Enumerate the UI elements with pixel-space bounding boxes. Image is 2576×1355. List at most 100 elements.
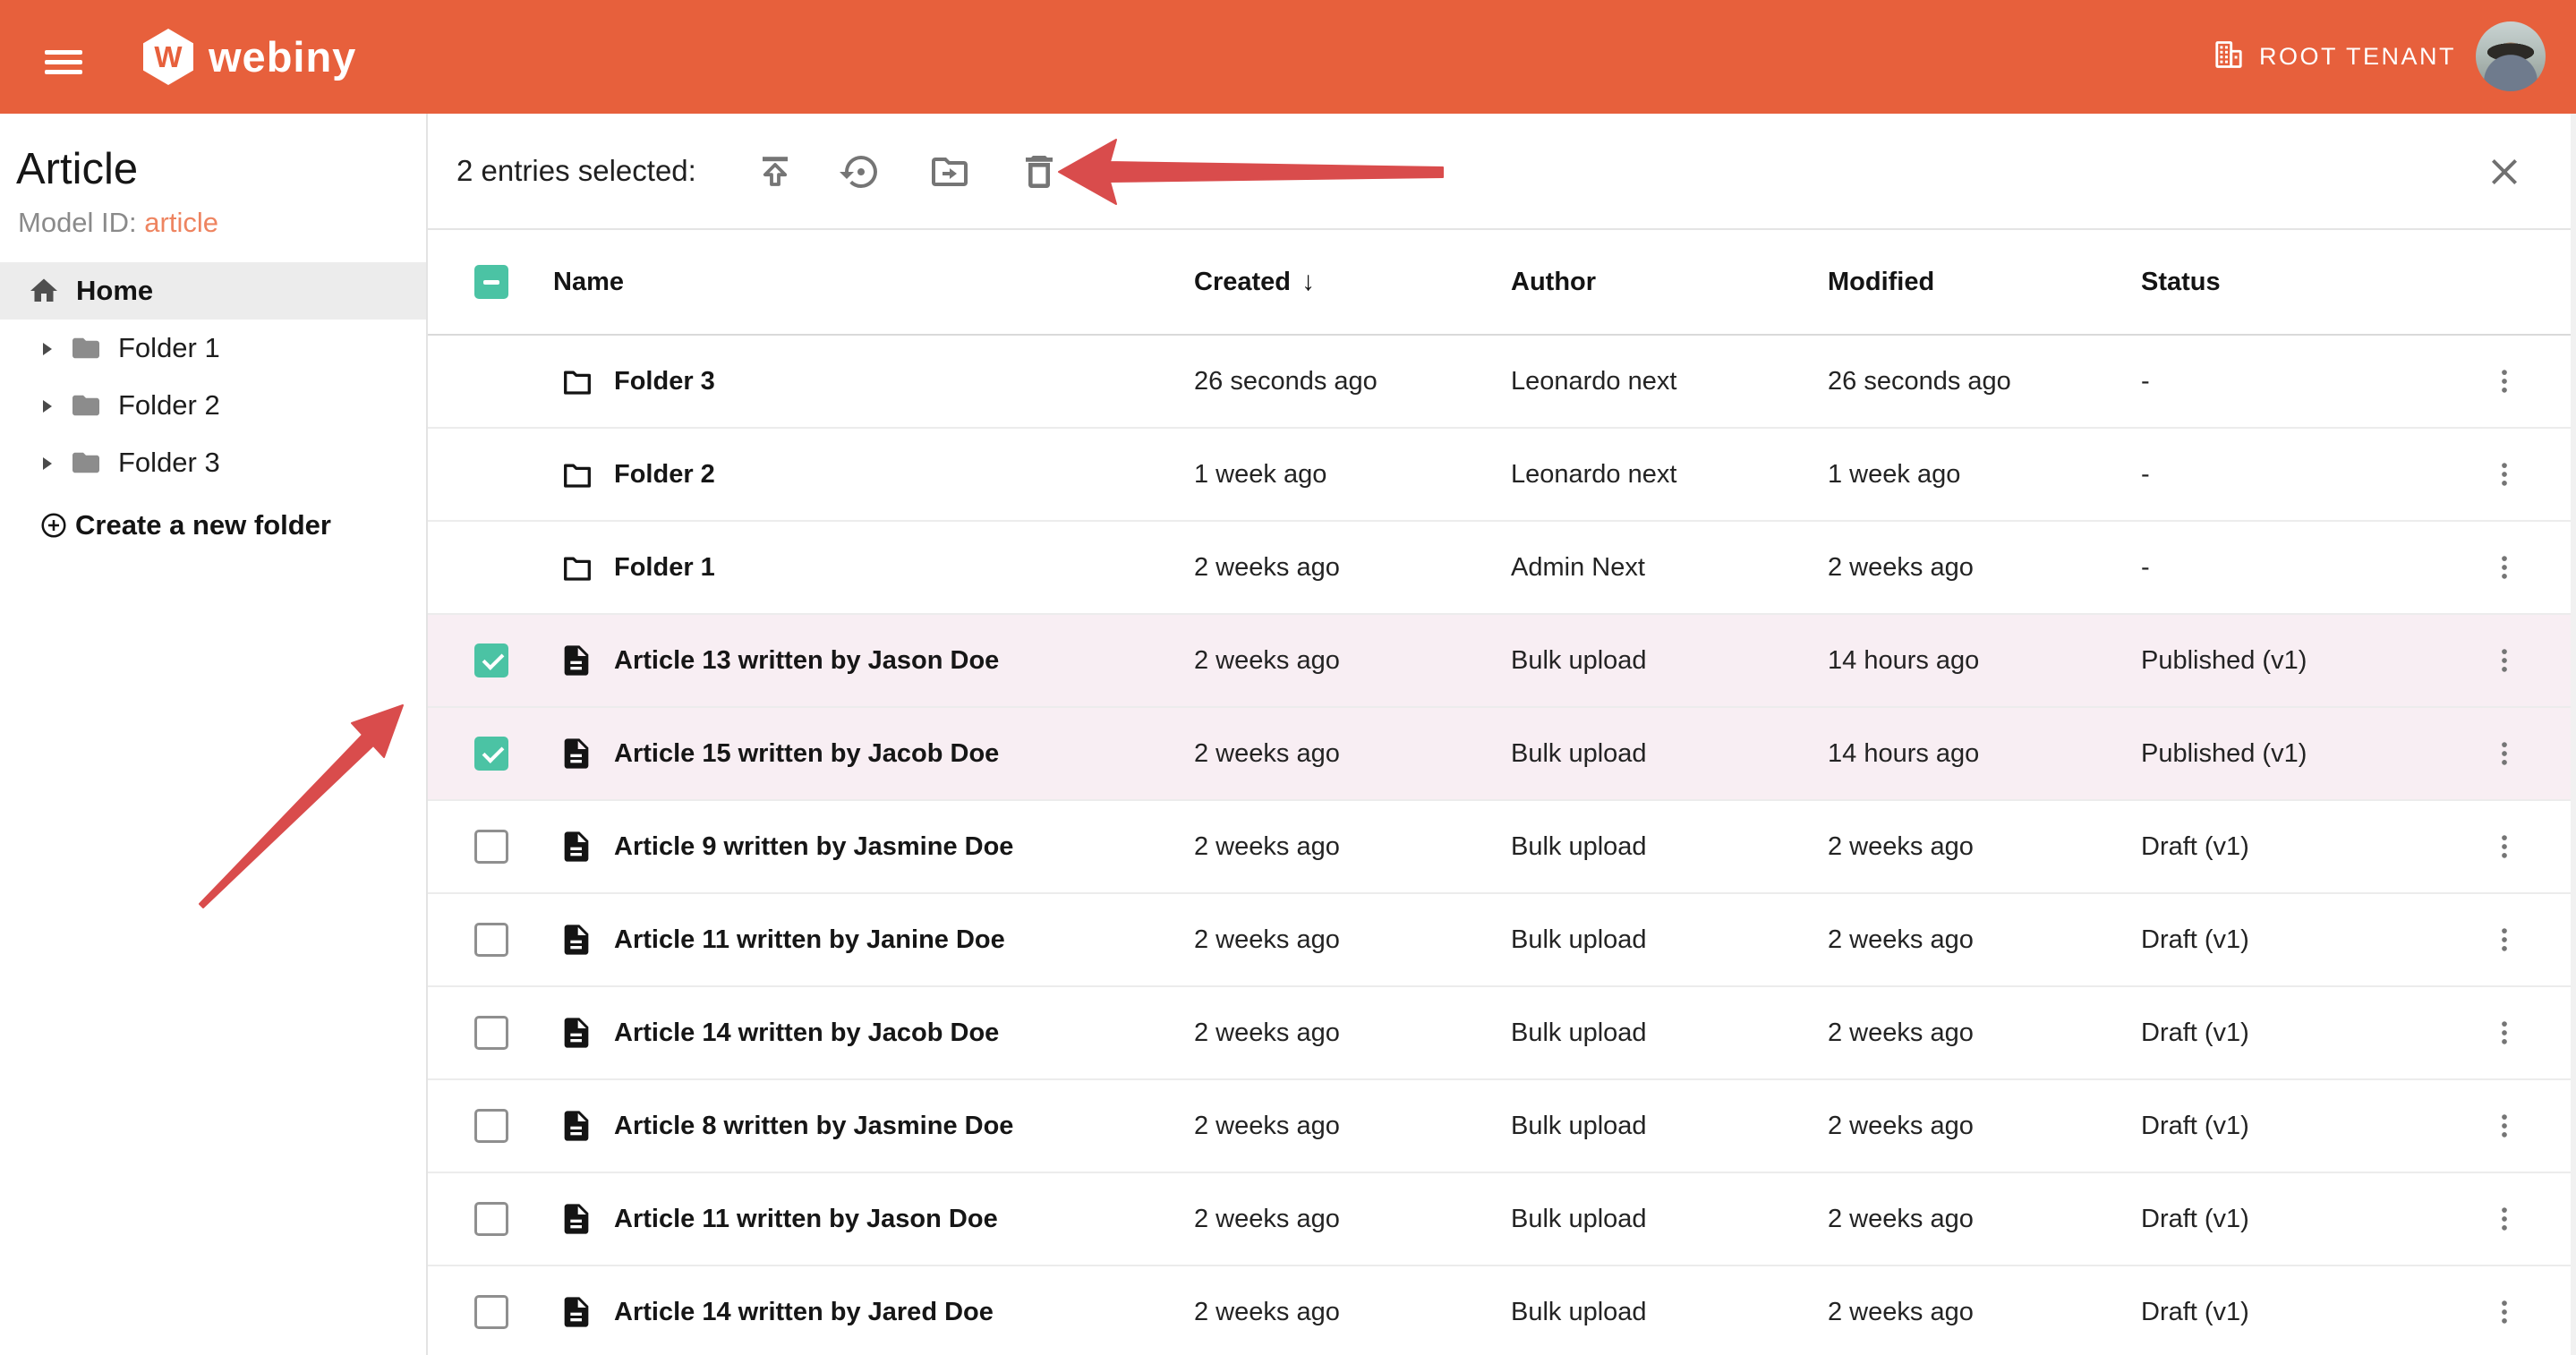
- folder-icon: [68, 332, 104, 364]
- webiny-logo-initial: W: [154, 42, 182, 72]
- cell-name: Article 14 written by Jared Doe: [614, 1266, 994, 1355]
- cell-author: Bulk upload: [1511, 1080, 1647, 1172]
- document-icon: [559, 733, 594, 774]
- row-menu-button[interactable]: [2483, 894, 2526, 985]
- webiny-wordmark: webiny: [209, 0, 356, 114]
- cell-modified: 26 seconds ago: [1828, 336, 2011, 427]
- row-menu-button[interactable]: [2483, 336, 2526, 427]
- cell-name: Article 15 written by Jacob Doe: [614, 708, 999, 799]
- row-menu-button[interactable]: [2483, 1080, 2526, 1172]
- table-row[interactable]: Article 14 written by Jared Doe 2 weeks …: [428, 1266, 2576, 1355]
- cell-author: Leonardo next: [1511, 429, 1676, 520]
- building-icon: [2213, 38, 2245, 75]
- folder-icon: [68, 447, 104, 479]
- tenant-selector[interactable]: ROOT TENANT: [2213, 0, 2456, 114]
- model-id-value[interactable]: article: [144, 207, 218, 238]
- column-header-author: Author: [1511, 230, 1596, 334]
- row-menu-button[interactable]: [2483, 522, 2526, 613]
- unpublish-restore-icon[interactable]: [840, 150, 883, 193]
- entries-panel: 2 entries selected:: [428, 114, 2576, 1355]
- kebab-icon: [2488, 736, 2521, 771]
- row-checkbox[interactable]: [474, 1109, 508, 1143]
- table-row[interactable]: Article 8 written by Jasmine Doe 2 weeks…: [428, 1080, 2576, 1173]
- table-row[interactable]: Article 15 written by Jacob Doe 2 weeks …: [428, 708, 2576, 801]
- table-row[interactable]: Article 9 written by Jasmine Doe 2 weeks…: [428, 801, 2576, 894]
- table-row[interactable]: Article 11 written by Jason Doe 2 weeks …: [428, 1173, 2576, 1266]
- table-body: Folder 3 26 seconds ago Leonardo next 26…: [428, 336, 2576, 1355]
- row-menu-button[interactable]: [2483, 708, 2526, 799]
- kebab-icon: [2488, 922, 2521, 958]
- row-checkbox[interactable]: [474, 643, 508, 678]
- cell-modified: 1 week ago: [1828, 429, 1960, 520]
- table-row[interactable]: Article 13 written by Jason Doe 2 weeks …: [428, 615, 2576, 708]
- column-header-created[interactable]: Created ↓: [1194, 230, 1315, 334]
- sidebar-folder-item[interactable]: Folder 2: [0, 377, 426, 434]
- table-row[interactable]: Article 14 written by Jacob Doe 2 weeks …: [428, 987, 2576, 1080]
- cell-status: Draft (v1): [2141, 1080, 2249, 1172]
- chevron-right-icon[interactable]: [43, 343, 52, 355]
- cell-created: 26 seconds ago: [1194, 336, 1378, 427]
- row-checkbox[interactable]: [474, 737, 508, 771]
- document-icon: [559, 640, 594, 681]
- user-avatar[interactable]: [2476, 21, 2546, 91]
- chevron-right-icon[interactable]: [43, 400, 52, 413]
- kebab-icon: [2488, 363, 2521, 399]
- row-checkbox[interactable]: [474, 830, 508, 864]
- cell-author: Bulk upload: [1511, 894, 1647, 985]
- column-header-name: Name: [553, 230, 624, 334]
- cell-status: Draft (v1): [2141, 1173, 2249, 1265]
- row-checkbox[interactable]: [474, 1295, 508, 1329]
- row-checkbox[interactable]: [474, 1202, 508, 1236]
- sidebar-folder-label: Folder 1: [118, 320, 220, 377]
- chevron-right-icon[interactable]: [43, 457, 52, 470]
- vertical-scrollbar[interactable]: [2571, 114, 2576, 1355]
- row-checkbox[interactable]: [474, 923, 508, 957]
- webiny-logo-icon[interactable]: W: [143, 29, 193, 85]
- publish-icon[interactable]: [754, 150, 797, 193]
- row-menu-button[interactable]: [2483, 1173, 2526, 1265]
- menu-hamburger-icon[interactable]: [45, 50, 82, 77]
- cell-modified: 14 hours ago: [1828, 615, 1979, 706]
- cell-author: Bulk upload: [1511, 987, 1647, 1078]
- sidebar-folder-item[interactable]: Folder 3: [0, 434, 426, 491]
- folder-icon: [559, 550, 596, 584]
- sidebar-item-home[interactable]: Home: [0, 262, 426, 320]
- column-header-created-label: Created: [1194, 268, 1291, 297]
- cell-modified: 2 weeks ago: [1828, 894, 1974, 985]
- table-row[interactable]: Folder 3 26 seconds ago Leonardo next 26…: [428, 336, 2576, 429]
- top-app-bar: W webiny ROOT TENANT: [0, 0, 2576, 114]
- create-new-folder-button[interactable]: Create a new folder: [0, 497, 426, 554]
- move-to-folder-icon[interactable]: [928, 150, 971, 193]
- cell-created: 1 week ago: [1194, 429, 1326, 520]
- circle-plus-icon: [39, 511, 68, 540]
- cell-author: Admin Next: [1511, 522, 1645, 613]
- cell-status: -: [2141, 336, 2150, 427]
- page-title: Article: [16, 144, 138, 194]
- folders-sidebar: Article Model ID: article Home Folder 1 …: [0, 114, 428, 1355]
- cell-author: Bulk upload: [1511, 801, 1647, 892]
- close-selection-icon[interactable]: [2483, 150, 2526, 193]
- row-menu-button[interactable]: [2483, 429, 2526, 520]
- table-row[interactable]: Article 11 written by Janine Doe 2 weeks…: [428, 894, 2576, 987]
- cell-name: Article 11 written by Jason Doe: [614, 1173, 998, 1265]
- row-menu-button[interactable]: [2483, 1266, 2526, 1355]
- row-checkbox[interactable]: [474, 1016, 508, 1050]
- sort-desc-icon[interactable]: ↓: [1301, 267, 1315, 297]
- cell-status: Published (v1): [2141, 708, 2307, 799]
- model-id-label: Model ID:: [18, 207, 137, 238]
- delete-trash-icon[interactable]: [1018, 150, 1061, 193]
- folder-icon: [559, 457, 596, 491]
- kebab-icon: [2488, 456, 2521, 492]
- row-menu-button[interactable]: [2483, 615, 2526, 706]
- select-all-checkbox[interactable]: [474, 265, 508, 299]
- row-menu-button[interactable]: [2483, 801, 2526, 892]
- cell-created: 2 weeks ago: [1194, 1266, 1340, 1355]
- row-menu-button[interactable]: [2483, 987, 2526, 1078]
- cell-modified: 2 weeks ago: [1828, 987, 1974, 1078]
- sidebar-folder-item[interactable]: Folder 1: [0, 320, 426, 377]
- webiny-content-entries-page: { "topbar": { "brand_name": "webiny", "b…: [0, 0, 2576, 1355]
- cell-modified: 14 hours ago: [1828, 708, 1979, 799]
- table-row[interactable]: Folder 2 1 week ago Leonardo next 1 week…: [428, 429, 2576, 522]
- cell-author: Leonardo next: [1511, 336, 1676, 427]
- table-row[interactable]: Folder 1 2 weeks ago Admin Next 2 weeks …: [428, 522, 2576, 615]
